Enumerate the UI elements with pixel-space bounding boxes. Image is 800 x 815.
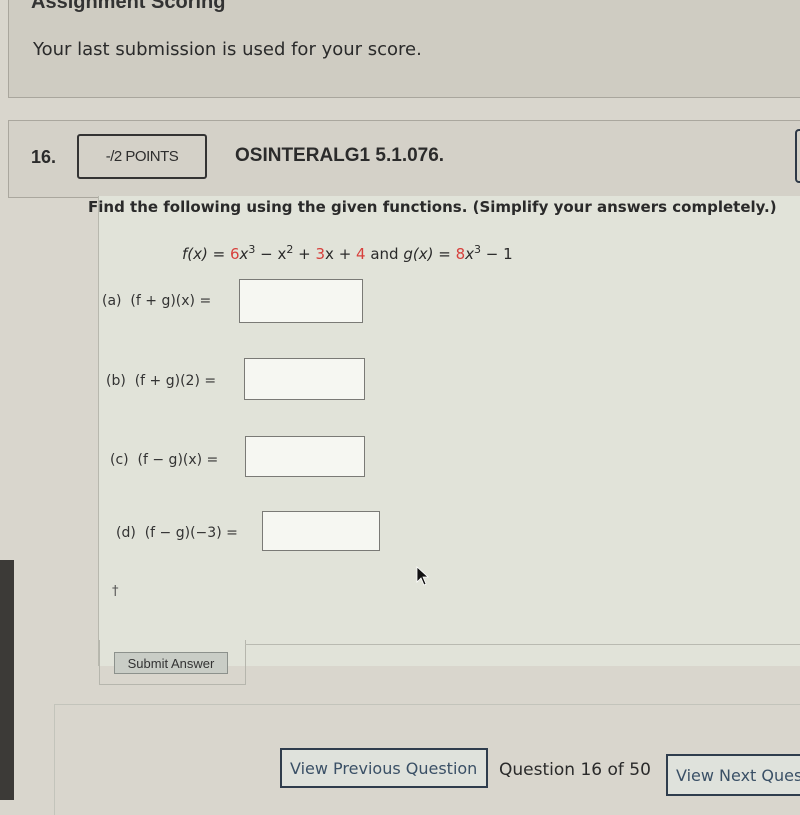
question-header: 16. -/2 POINTS OSINTERALG1 5.1.076.: [8, 120, 800, 198]
dagger-footnote-mark: †: [112, 584, 119, 599]
question-number: 16.: [31, 147, 57, 167]
part-d-label: (d) (f − g)(−3) =: [116, 525, 238, 541]
assignment-scoring-description: Your last submission is used for your sc…: [33, 39, 422, 60]
part-c-letter: (c): [110, 452, 129, 468]
divider: [245, 644, 800, 645]
f-plus: +: [293, 245, 316, 263]
view-next-question-button[interactable]: View Next Question: [666, 754, 800, 796]
g-exp-1: 3: [474, 243, 481, 256]
and-text: and: [365, 245, 404, 263]
part-d-answer-input[interactable]: [262, 511, 380, 551]
g-label: g(x) =: [403, 245, 456, 263]
assignment-scoring-title: Assignment Scoring: [31, 0, 226, 13]
part-a-expression: (f + g)(x) =: [130, 293, 212, 309]
part-c-answer-input[interactable]: [245, 436, 365, 477]
part-d-expression: (f − g)(−3) =: [144, 525, 238, 541]
f-label: f(x) =: [182, 245, 230, 263]
f-term-3: x +: [325, 245, 357, 263]
question-code: OSINTERALG1 5.1.076.: [235, 145, 445, 166]
g-coef-1: 8: [455, 245, 466, 263]
part-a-letter: (a): [102, 293, 122, 309]
question-action-button[interactable]: [795, 129, 800, 183]
assignment-scoring-panel: Assignment Scoring Your last submission …: [8, 0, 800, 98]
f-constant: 4: [356, 245, 366, 263]
part-b-expression: (f + g)(2) =: [134, 373, 217, 389]
screen-bezel: [0, 560, 14, 800]
part-d-letter: (d): [116, 525, 136, 541]
f-term-2: − x: [255, 245, 287, 263]
g-term-1: x: [465, 245, 474, 263]
f-coef-1: 6: [229, 245, 240, 263]
view-previous-question-button[interactable]: View Previous Question: [280, 748, 488, 788]
submit-answer-button[interactable]: Submit Answer: [114, 652, 228, 674]
part-c-label: (c) (f − g)(x) =: [110, 452, 218, 468]
part-b-letter: (b): [106, 373, 126, 389]
question-counter: Question 16 of 50: [499, 760, 651, 780]
part-b-answer-input[interactable]: [244, 358, 365, 400]
question-content: [98, 196, 800, 666]
question-instructions: Find the following using the given funct…: [88, 198, 777, 216]
part-a-answer-input[interactable]: [239, 279, 363, 323]
points-badge[interactable]: -/2 POINTS: [77, 134, 207, 179]
f-coef-2: 3: [315, 245, 326, 263]
part-b-label: (b) (f + g)(2) =: [106, 373, 216, 389]
g-rest: − 1: [481, 245, 513, 263]
part-a-label: (a) (f + g)(x) =: [102, 293, 211, 309]
function-definitions: f(x) = 6x3 − x2 + 3x + 4 and g(x) = 8x3 …: [182, 243, 513, 263]
part-c-expression: (f − g)(x) =: [137, 452, 219, 468]
